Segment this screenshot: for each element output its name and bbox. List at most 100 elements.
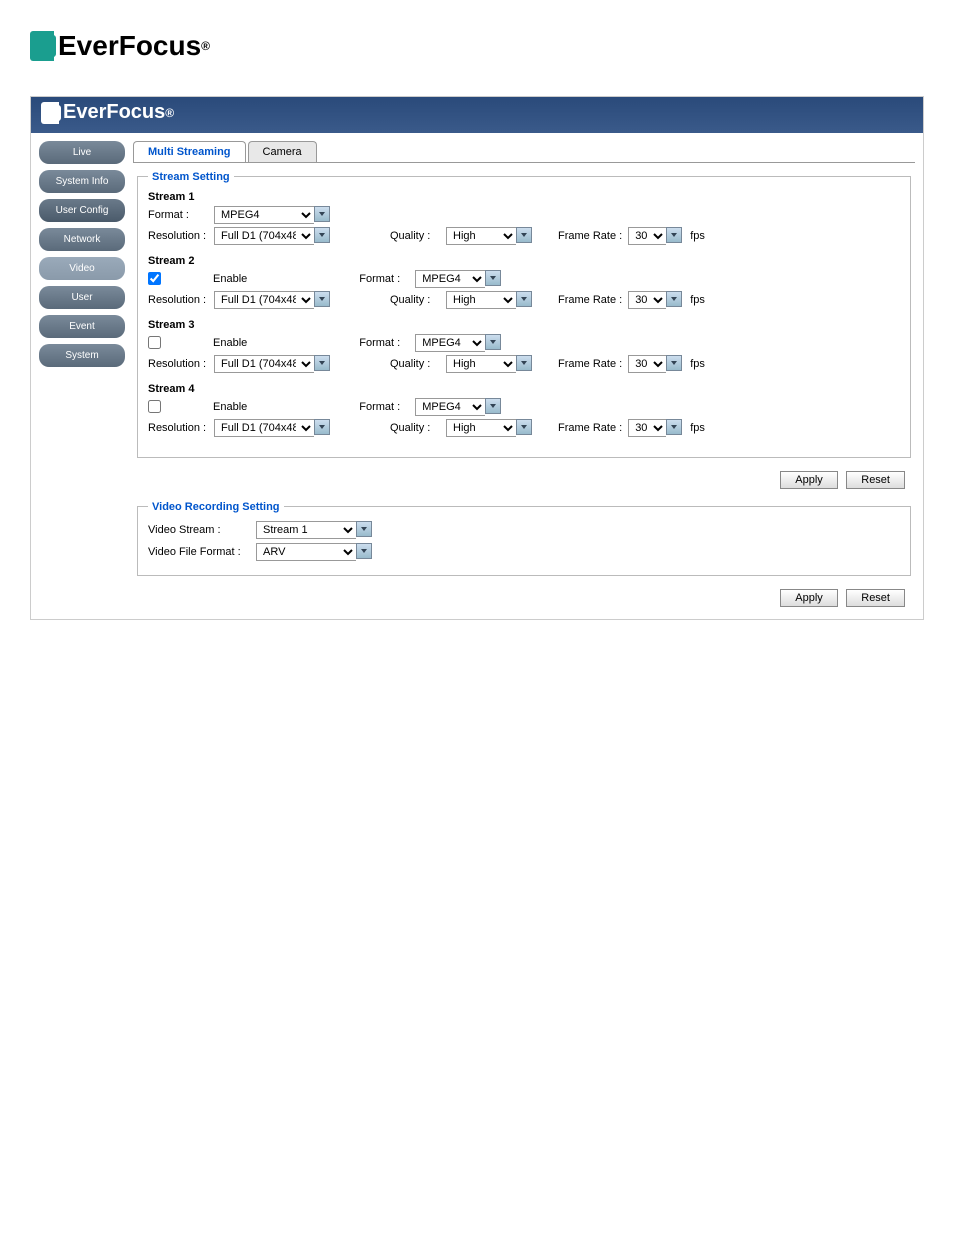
framerate-label: Frame Rate : <box>558 422 622 434</box>
video-stream-label: Video Stream : <box>148 524 248 536</box>
recording-buttons: Apply Reset <box>133 584 915 611</box>
stream-1-format-select[interactable]: MPEG4 <box>214 206 314 224</box>
chevron-down-icon[interactable] <box>516 227 532 243</box>
stream-1-title: Stream 1 <box>148 191 900 203</box>
resolution-label: Resolution : <box>148 358 208 370</box>
sidebar: Live System Info User Config Network Vid… <box>39 141 125 611</box>
stream-buttons: Apply Reset <box>133 466 915 493</box>
tab-multistreaming[interactable]: Multi Streaming <box>133 141 246 162</box>
resolution-label: Resolution : <box>148 230 208 242</box>
sidebar-item-video[interactable]: Video <box>39 257 125 280</box>
resolution-label: Resolution : <box>148 294 208 306</box>
fps-label: fps <box>690 294 705 306</box>
stream-2-resolution-select[interactable]: Full D1 (704x480) <box>214 291 314 309</box>
stream-1-block: Stream 1 Format : MPEG4 Resolution : Ful… <box>148 191 900 245</box>
sidebar-item-systeminfo[interactable]: System Info <box>39 170 125 193</box>
chevron-down-icon[interactable] <box>666 419 682 435</box>
resolution-label: Resolution : <box>148 422 208 434</box>
tabs: Multi Streaming Camera <box>133 141 915 163</box>
stream-4-title: Stream 4 <box>148 383 900 395</box>
brand-icon <box>30 31 54 61</box>
sidebar-item-network[interactable]: Network <box>39 228 125 251</box>
stream-2-framerate-select[interactable]: 30 <box>628 291 666 309</box>
stream-1-quality-select[interactable]: High <box>446 227 516 245</box>
tab-camera[interactable]: Camera <box>248 141 317 162</box>
chevron-down-icon[interactable] <box>485 334 501 350</box>
video-file-format-label: Video File Format : <box>148 546 248 558</box>
stream-3-format-select[interactable]: MPEG4 <box>415 334 485 352</box>
chevron-down-icon[interactable] <box>516 291 532 307</box>
stream-3-resolution-select[interactable]: Full D1 (704x480) <box>214 355 314 373</box>
stream-2-title: Stream 2 <box>148 255 900 267</box>
stream-4-enable-checkbox[interactable] <box>148 400 161 413</box>
chevron-down-icon[interactable] <box>516 419 532 435</box>
stream-2-block: Stream 2 Enable Format : MPEG4 Resolu <box>148 255 900 309</box>
chevron-down-icon[interactable] <box>485 270 501 286</box>
registered-mark: ® <box>201 39 210 53</box>
fps-label: fps <box>690 422 705 434</box>
stream-3-block: Stream 3 Enable Format : MPEG4 Resolu <box>148 319 900 373</box>
stream-2-format-select[interactable]: MPEG4 <box>415 270 485 288</box>
format-label: Format : <box>148 209 208 221</box>
chevron-down-icon[interactable] <box>666 227 682 243</box>
chevron-down-icon[interactable] <box>356 521 372 537</box>
stream-4-framerate-select[interactable]: 30 <box>628 419 666 437</box>
stream-3-title: Stream 3 <box>148 319 900 331</box>
fps-label: fps <box>690 230 705 242</box>
reset-button[interactable]: Reset <box>846 589 905 607</box>
format-label: Format : <box>359 273 409 285</box>
sidebar-item-userconfig[interactable]: User Config <box>39 199 125 222</box>
sidebar-item-user[interactable]: User <box>39 286 125 309</box>
stream-setting-fieldset: Stream Setting Stream 1 Format : MPEG4 R… <box>137 171 911 458</box>
video-stream-select[interactable]: Stream 1 <box>256 521 356 539</box>
stream-3-quality-select[interactable]: High <box>446 355 516 373</box>
apply-button[interactable]: Apply <box>780 589 838 607</box>
stream-4-block: Stream 4 Enable Format : MPEG4 Resolu <box>148 383 900 437</box>
framerate-label: Frame Rate : <box>558 358 622 370</box>
framerate-label: Frame Rate : <box>558 294 622 306</box>
framerate-label: Frame Rate : <box>558 230 622 242</box>
sidebar-item-event[interactable]: Event <box>39 315 125 338</box>
chevron-down-icon[interactable] <box>485 398 501 414</box>
chevron-down-icon[interactable] <box>314 419 330 435</box>
video-file-format-select[interactable]: ARV <box>256 543 356 561</box>
chevron-down-icon[interactable] <box>314 291 330 307</box>
chevron-down-icon[interactable] <box>516 355 532 371</box>
enable-label: Enable <box>213 401 247 413</box>
stream-2-quality-select[interactable]: High <box>446 291 516 309</box>
page-logo: EverFocus ® <box>30 30 924 66</box>
sidebar-item-live[interactable]: Live <box>39 141 125 164</box>
reset-button[interactable]: Reset <box>846 471 905 489</box>
quality-label: Quality : <box>390 294 440 306</box>
chevron-down-icon[interactable] <box>666 355 682 371</box>
quality-label: Quality : <box>390 230 440 242</box>
stream-1-framerate-select[interactable]: 30 <box>628 227 666 245</box>
video-recording-fieldset: Video Recording Setting Video Stream : S… <box>137 501 911 576</box>
registered-mark: ® <box>165 106 174 120</box>
chevron-down-icon[interactable] <box>314 355 330 371</box>
enable-label: Enable <box>213 337 247 349</box>
fps-label: fps <box>690 358 705 370</box>
stream-setting-legend: Stream Setting <box>148 171 234 183</box>
chevron-down-icon[interactable] <box>314 206 330 222</box>
format-label: Format : <box>359 401 409 413</box>
enable-label: Enable <box>213 273 247 285</box>
stream-4-quality-select[interactable]: High <box>446 419 516 437</box>
stream-4-resolution-select[interactable]: Full D1 (704x480) <box>214 419 314 437</box>
app-header: EverFocus ® <box>31 97 923 133</box>
video-recording-legend: Video Recording Setting <box>148 501 284 513</box>
chevron-down-icon[interactable] <box>356 543 372 559</box>
chevron-down-icon[interactable] <box>666 291 682 307</box>
stream-3-framerate-select[interactable]: 30 <box>628 355 666 373</box>
stream-2-enable-checkbox[interactable] <box>148 272 161 285</box>
stream-1-resolution-select[interactable]: Full D1 (704x480) <box>214 227 314 245</box>
format-label: Format : <box>359 337 409 349</box>
apply-button[interactable]: Apply <box>780 471 838 489</box>
sidebar-item-system[interactable]: System <box>39 344 125 367</box>
brand-name-header: EverFocus <box>63 101 165 124</box>
stream-3-enable-checkbox[interactable] <box>148 336 161 349</box>
stream-4-format-select[interactable]: MPEG4 <box>415 398 485 416</box>
chevron-down-icon[interactable] <box>314 227 330 243</box>
brand-icon <box>41 102 59 124</box>
app-window: EverFocus ® Live System Info User Config… <box>30 96 924 620</box>
